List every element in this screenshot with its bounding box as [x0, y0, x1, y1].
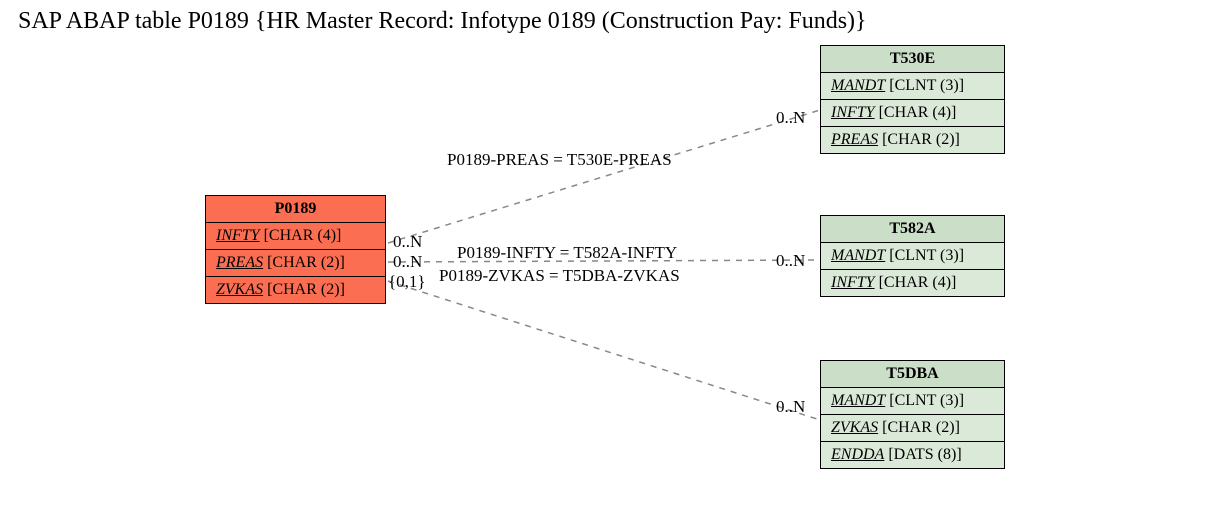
cardinality-left: 0..N [393, 232, 422, 252]
entity-t530e: T530E MANDT [CLNT (3)] INFTY [CHAR (4)] … [820, 45, 1005, 154]
field-type: [CLNT (3)] [889, 247, 964, 264]
entity-field-row: MANDT [CLNT (3)] [821, 243, 1004, 270]
field-name: ENDDA [831, 446, 884, 463]
entity-field-row: MANDT [CLNT (3)] [821, 388, 1004, 415]
entity-field-row: INFTY [CHAR (4)] [821, 100, 1004, 127]
field-type: [CHAR (4)] [264, 227, 342, 244]
cardinality-right: 0..N [776, 108, 805, 128]
field-name: PREAS [216, 254, 263, 271]
entity-header: T5DBA [821, 361, 1004, 388]
field-name: ZVKAS [216, 281, 263, 298]
field-type: [DATS (8)] [888, 446, 961, 463]
cardinality-right: 0..N [776, 251, 805, 271]
entity-field-row: ZVKAS [CHAR (2)] [821, 415, 1004, 442]
entity-field-row: ENDDA [DATS (8)] [821, 442, 1004, 468]
cardinality-right: 0..N [776, 397, 805, 417]
cardinality-left: 0..N [393, 252, 422, 272]
entity-field-row: INFTY [CHAR (4)] [206, 223, 385, 250]
field-name: INFTY [216, 227, 260, 244]
field-name: ZVKAS [831, 419, 878, 436]
field-type: [CLNT (3)] [889, 77, 964, 94]
field-name: INFTY [831, 104, 875, 121]
field-name: PREAS [831, 131, 878, 148]
entity-header: P0189 [206, 196, 385, 223]
field-type: [CHAR (2)] [267, 254, 345, 271]
entity-header: T582A [821, 216, 1004, 243]
entity-field-row: MANDT [CLNT (3)] [821, 73, 1004, 100]
entity-t582a: T582A MANDT [CLNT (3)] INFTY [CHAR (4)] [820, 215, 1005, 297]
entity-p0189: P0189 INFTY [CHAR (4)] PREAS [CHAR (2)] … [205, 195, 386, 304]
entity-field-row: PREAS [CHAR (2)] [821, 127, 1004, 153]
entity-header: T530E [821, 46, 1004, 73]
field-name: MANDT [831, 392, 885, 409]
diagram-title: SAP ABAP table P0189 {HR Master Record: … [18, 8, 867, 35]
field-type: [CHAR (4)] [879, 274, 957, 291]
field-type: [CHAR (2)] [882, 419, 960, 436]
field-name: MANDT [831, 247, 885, 264]
field-type: [CHAR (4)] [879, 104, 957, 121]
field-name: MANDT [831, 77, 885, 94]
entity-t5dba: T5DBA MANDT [CLNT (3)] ZVKAS [CHAR (2)] … [820, 360, 1005, 469]
field-name: INFTY [831, 274, 875, 291]
entity-field-row: INFTY [CHAR (4)] [821, 270, 1004, 296]
field-type: [CHAR (2)] [882, 131, 960, 148]
entity-field-row: PREAS [CHAR (2)] [206, 250, 385, 277]
entity-field-row: ZVKAS [CHAR (2)] [206, 277, 385, 303]
field-type: [CLNT (3)] [889, 392, 964, 409]
field-type: [CHAR (2)] [267, 281, 345, 298]
relation-label: P0189-ZVKAS = T5DBA-ZVKAS [439, 266, 680, 286]
cardinality-left: {0,1} [388, 272, 426, 292]
relation-label: P0189-INFTY = T582A-INFTY [457, 243, 677, 263]
relation-label: P0189-PREAS = T530E-PREAS [447, 150, 672, 170]
